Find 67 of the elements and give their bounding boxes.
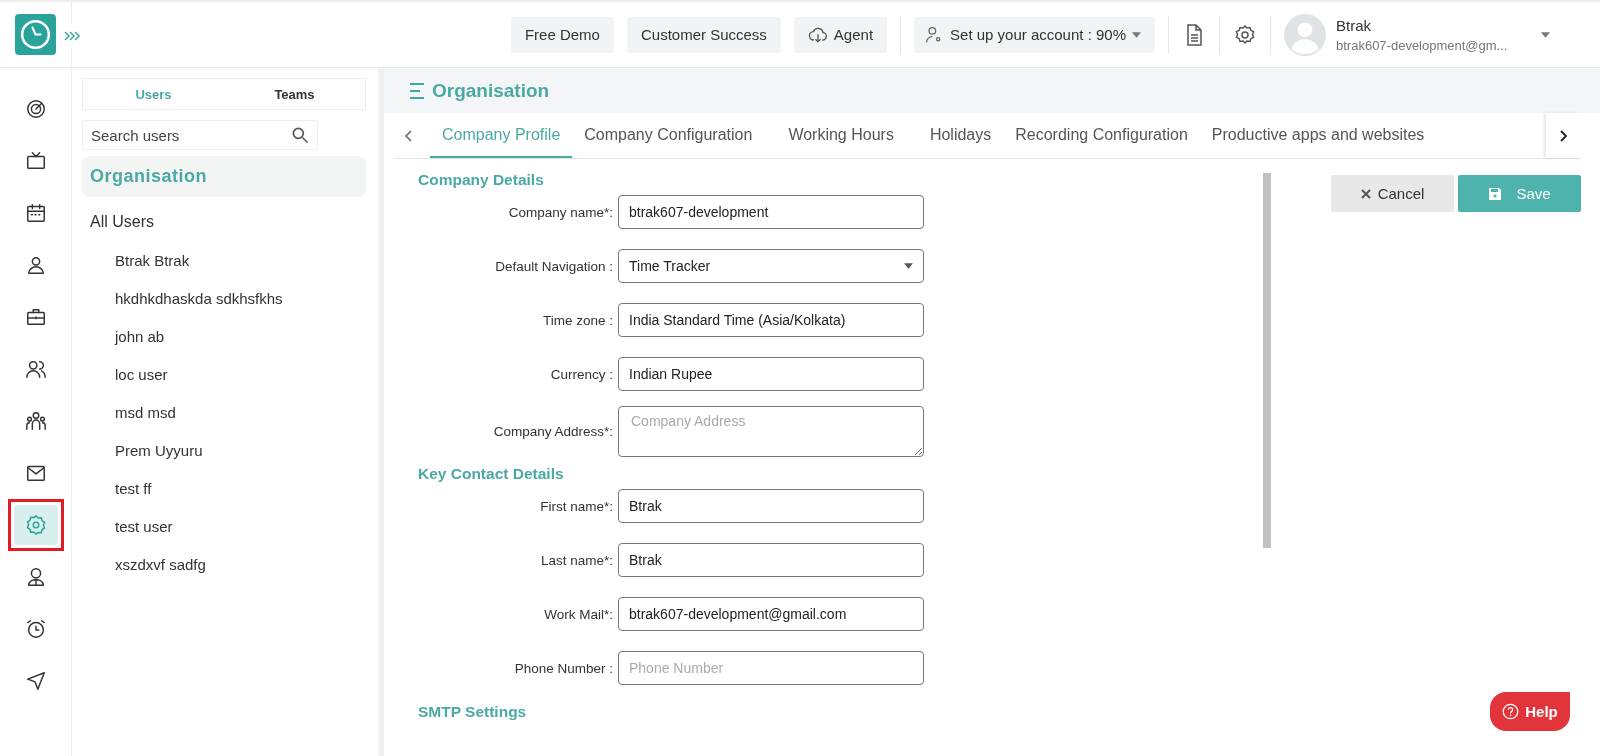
agent-button[interactable]: Agent xyxy=(793,16,888,53)
user-list-item[interactable]: Btrak Btrak xyxy=(82,241,366,279)
page-title: Organisation xyxy=(432,79,550,102)
input-field[interactable]: Btrak xyxy=(618,489,924,523)
input-field[interactable]: btrak607-development xyxy=(618,195,924,229)
field-label: First name*: xyxy=(539,498,613,514)
user-list-item[interactable]: loc user xyxy=(82,355,366,393)
field-label: Phone Number : xyxy=(513,660,613,676)
user-name: Btrak xyxy=(1336,16,1372,34)
caret-icon xyxy=(904,263,913,269)
user-list-item[interactable]: john ab xyxy=(82,317,366,355)
textarea-field[interactable]: Company Address xyxy=(618,405,924,457)
settings-icon[interactable] xyxy=(1233,22,1257,47)
caret-icon[interactable] xyxy=(1541,31,1550,38)
field-label: Default Navigation : xyxy=(494,258,613,274)
header-button[interactable]: Customer Success xyxy=(626,16,781,53)
header-button[interactable]: Free Demo xyxy=(510,16,614,53)
clock-logo-icon[interactable] xyxy=(15,14,56,55)
field-label: Time zone : xyxy=(541,312,613,328)
settings-icon xyxy=(24,514,47,536)
alarm-clock-icon xyxy=(24,618,47,640)
user-list-item[interactable]: test ff xyxy=(82,469,366,507)
tab[interactable]: Productive apps and websites xyxy=(1199,113,1437,158)
chevron-left-icon[interactable] xyxy=(404,127,414,144)
panel-tab[interactable]: Teams xyxy=(224,79,365,109)
input-field[interactable]: btrak607-development@gmail.com xyxy=(618,597,924,631)
field-label: Currency : xyxy=(549,366,613,382)
dropdown[interactable]: Time Tracker xyxy=(618,249,924,283)
user-list-item[interactable]: Prem Uyyuru xyxy=(82,431,366,469)
people-icon xyxy=(24,358,47,380)
input-field[interactable]: Phone Number xyxy=(618,651,924,685)
search-field[interactable]: Search users xyxy=(82,120,318,150)
tab[interactable]: Holidays xyxy=(917,113,1004,158)
section-heading: Company Details xyxy=(418,171,545,190)
section-heading: SMTP Settings xyxy=(418,703,528,722)
input-field[interactable]: Btrak xyxy=(618,543,924,577)
briefcase-icon xyxy=(24,306,47,328)
input-field[interactable]: India Standard Time (Asia/Kolkata) xyxy=(618,303,924,337)
user-list-item[interactable]: hkdhkdhaskda sdkhsfkhs xyxy=(82,279,366,317)
setup-account-dropdown[interactable]: Set up your account : 90% xyxy=(914,16,1155,53)
close-icon xyxy=(1360,188,1371,199)
tab[interactable]: Recording Configuration xyxy=(1003,113,1200,158)
group-icon xyxy=(24,410,47,432)
search-icon xyxy=(290,125,310,145)
field-label: Company Address*: xyxy=(492,423,613,439)
section-heading: Key Contact Details xyxy=(418,465,565,484)
user-email: btrak607-development@gm... xyxy=(1336,37,1509,53)
tv-icon xyxy=(24,150,47,172)
chevron-right-icon[interactable] xyxy=(1558,127,1568,144)
field-label: Company name*: xyxy=(507,204,613,220)
target-icon xyxy=(24,98,47,120)
user-list-item[interactable]: test user xyxy=(82,507,366,545)
help-button[interactable]: Help xyxy=(1490,692,1570,731)
cancel-button[interactable]: Cancel xyxy=(1331,175,1454,212)
tab[interactable]: Working Hours xyxy=(764,113,918,158)
field-label: Work Mail*: xyxy=(543,606,613,622)
field-label: Last name*: xyxy=(539,552,613,568)
input-field[interactable]: Indian Rupee xyxy=(618,357,924,391)
send-icon xyxy=(24,670,47,692)
calendar-icon xyxy=(24,202,47,224)
scrollbar[interactable] xyxy=(1263,173,1271,548)
user-list-item[interactable]: xszdxvf sadfg xyxy=(82,545,366,583)
caret-icon xyxy=(1132,31,1141,38)
tree-item[interactable]: All Users xyxy=(82,203,366,241)
user-list-item[interactable]: msd msd xyxy=(82,393,366,431)
question-icon xyxy=(1502,703,1520,720)
tab[interactable]: Company Configuration xyxy=(572,113,765,158)
